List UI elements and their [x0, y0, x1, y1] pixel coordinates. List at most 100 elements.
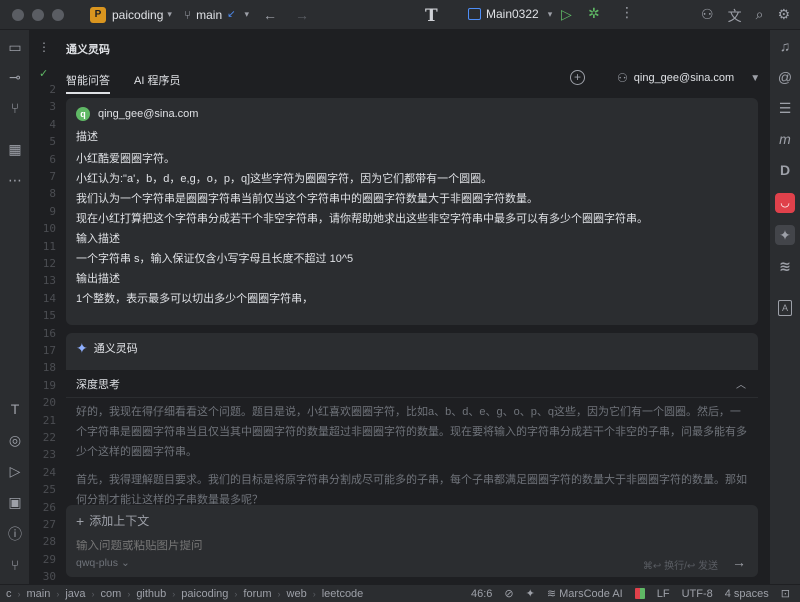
line-number: 28	[42, 535, 56, 549]
model-selector[interactable]: qwq-plus ⌄	[76, 557, 130, 569]
git-icon[interactable]: ⑂	[7, 557, 23, 573]
line-number: 24	[42, 465, 56, 479]
translate-icon[interactable]: 文	[728, 6, 742, 26]
editor-gutter: ⋮ ✓ 2 3 4 5 6 7 8 9 10 11 12 13 14 15 16 17 18 19 20 21 22 23…	[30, 30, 60, 601]
tab-smart-qa[interactable]: 智能问答	[66, 72, 110, 94]
forward-arrow-icon[interactable]: →	[295, 7, 309, 23]
project-badge[interactable]: P	[90, 6, 106, 23]
line-number: 27	[42, 518, 56, 531]
tongyi-status-icon[interactable]: ✦	[526, 587, 535, 600]
line-number: 22	[42, 431, 56, 444]
tab-ai-programmer[interactable]: AI 程序员	[134, 72, 180, 94]
maven-icon[interactable]: m	[775, 129, 795, 149]
checkmark-icon: ✓	[39, 68, 49, 80]
breadcrumb-item[interactable]: java	[65, 588, 85, 600]
line-number: 19	[42, 378, 56, 392]
structure-icon[interactable]: ▦	[7, 141, 23, 157]
status-bar: c › main › java › com › github › paicoding › f…	[0, 584, 800, 602]
d-plugin-icon[interactable]: D	[775, 160, 795, 180]
pull-request-icon[interactable]: ⑂	[7, 100, 23, 116]
thinking-paragraph: 好的，我现在得仔细看看这个问题。题目是说，小红喜欢圈圈字符，比如a、b、d、e、…	[76, 406, 747, 458]
marscode-label: MarsCode AI	[559, 588, 623, 600]
ai-assistant-icon[interactable]: @	[775, 67, 795, 87]
tongyi-lingma-icon[interactable]: ✦	[775, 225, 795, 245]
project-name[interactable]: paicoding	[112, 8, 163, 22]
zoom-window-button[interactable]	[52, 8, 64, 21]
line-number: 18	[42, 361, 56, 375]
back-arrow-icon[interactable]: ←	[263, 7, 277, 23]
chevron-right-icon: ›	[234, 588, 238, 599]
chevron-down-icon[interactable]: ▾	[167, 9, 172, 20]
file-encoding[interactable]: UTF-8	[682, 588, 713, 600]
breadcrumb-item[interactable]: forum	[243, 588, 271, 600]
line-number: 5	[49, 135, 56, 149]
breadcrumb-item[interactable]: c	[6, 588, 12, 600]
more-vertical-icon[interactable]: ⋮	[620, 4, 634, 21]
line-number: 30	[42, 570, 56, 584]
add-user-icon[interactable]: ⚇	[701, 6, 714, 26]
line-number: 6	[49, 152, 56, 166]
tongyi-logo-icon: ✦	[76, 339, 88, 356]
search-icon[interactable]: ⌕	[756, 6, 764, 26]
chevron-right-icon: ›	[312, 588, 316, 599]
more-horizontal-icon[interactable]: ⋯	[7, 172, 23, 188]
chevron-right-icon: ›	[172, 588, 176, 599]
indent-setting[interactable]: 4 spaces	[725, 588, 769, 600]
run-icon[interactable]: ▷	[561, 6, 572, 23]
breadcrumb-item[interactable]: github	[136, 588, 166, 600]
caret-position[interactable]: 46:6	[471, 588, 492, 600]
message-line: 小红酷爱圈圈字符。	[76, 153, 175, 165]
commit-icon[interactable]: ⊸	[7, 69, 23, 85]
run-icon[interactable]: ▷	[7, 463, 23, 479]
services-icon[interactable]: ◎	[7, 432, 23, 448]
codegeex-icon[interactable]: ◡	[775, 193, 795, 213]
user-message: q qing_gee@sina.com 描述 小红酷爱圈圈字符。 小红认为:"a…	[66, 98, 758, 325]
plus-icon: +	[76, 512, 85, 529]
close-window-button[interactable]	[12, 8, 24, 21]
no-inspection-icon[interactable]: ⊘	[504, 587, 513, 600]
chevron-right-icon: ›	[91, 588, 95, 599]
deep-thinking-header[interactable]: 深度思考 ︿	[66, 370, 758, 398]
minimize-window-button[interactable]	[32, 8, 44, 21]
send-arrow-icon[interactable]: →	[732, 554, 746, 570]
line-ending[interactable]: LF	[657, 588, 670, 600]
line-number: 12	[42, 257, 56, 270]
run-configuration-selector[interactable]: Main0322 ▾	[468, 7, 552, 21]
new-chat-icon[interactable]: +	[570, 70, 585, 85]
debug-bug-icon[interactable]: ✲	[588, 5, 600, 22]
titlebar-actions: ⚇ 文 ⌕ ⚙	[701, 6, 790, 26]
chat-input-box: + 添加上下文 qwq-plus ⌄ ⌘↩ 换行/↩ 发送 →	[66, 505, 758, 577]
terminal-icon[interactable]: ▣	[7, 494, 23, 510]
chat-prompt-input[interactable]	[76, 540, 676, 552]
tongyi-t-icon[interactable]: T	[7, 401, 23, 417]
chevron-up-icon[interactable]: ︿	[736, 376, 746, 391]
breadcrumb-item[interactable]: paicoding	[181, 588, 228, 600]
ai-a-icon[interactable]: A	[778, 300, 792, 316]
marscode-icon[interactable]: ≋	[775, 256, 795, 276]
lock-icon[interactable]: ⊡	[781, 587, 790, 600]
notifications-bell-icon[interactable]: ♫	[775, 36, 795, 56]
branch-selector[interactable]: ⑂ main ↙ ▾	[184, 8, 249, 22]
line-number: 15	[42, 309, 56, 323]
line-number: 14	[42, 291, 56, 305]
tongyi-t-icon[interactable]: T	[425, 6, 438, 26]
marscode-status[interactable]: ≋ MarsCode AI	[547, 587, 623, 600]
message-author: 通义灵码	[93, 343, 138, 355]
folder-icon[interactable]: ▭	[7, 39, 23, 55]
message-line: 现在小红打算把这个字符串分成若干个非空字符串，请你帮助她求出这些非空字符串中最多…	[76, 213, 648, 225]
message-author: qing_gee@sina.com	[98, 108, 199, 120]
gear-icon[interactable]: ⚙	[777, 6, 790, 26]
breadcrumb-item[interactable]: com	[101, 588, 122, 600]
line-number: 3	[49, 100, 56, 114]
breadcrumb-item[interactable]: web	[287, 588, 307, 600]
line-number: 20	[42, 396, 56, 410]
breadcrumb-item[interactable]: leetcode	[322, 588, 364, 600]
add-context-button[interactable]: + 添加上下文	[76, 512, 149, 529]
more-vertical-icon[interactable]: ⋮	[38, 40, 50, 54]
breadcrumb-item[interactable]: main	[27, 588, 51, 600]
plugin-flag-icon[interactable]	[634, 588, 645, 599]
database-icon[interactable]: ☰	[775, 98, 795, 118]
line-number: 11	[42, 239, 56, 253]
account-selector[interactable]: ⚇ qing_gee@sina.com ▼	[617, 71, 760, 85]
problems-icon[interactable]: ⓘ	[7, 526, 23, 542]
